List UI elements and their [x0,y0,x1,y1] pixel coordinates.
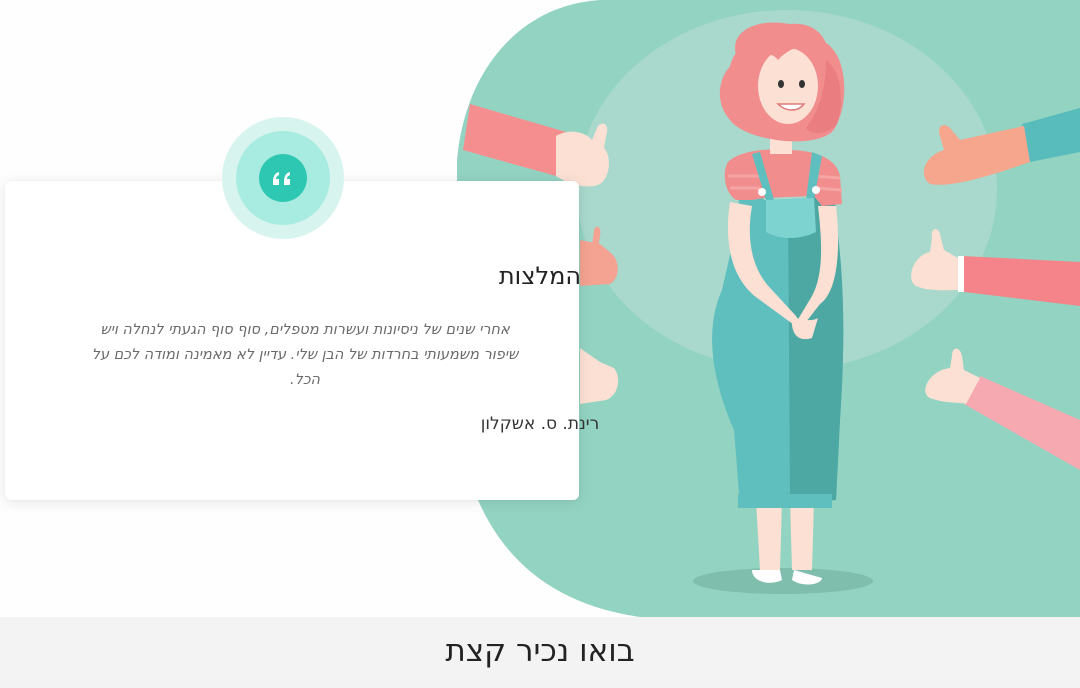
quote-icon [273,172,290,185]
quote-badge [222,117,344,239]
next-section-title: בואו נכיר קצת [445,633,635,669]
testimonial-author: רינת. ס. אשקלון [480,414,600,434]
testimonials-title: המלצות [498,262,582,290]
testimonial-text: אחרי שנים של ניסיונות ועשרות מטפלים, סוף… [91,322,519,388]
testimonials-section: המלצות אחרי שנים של ניסיונות ועשרות מטפל… [0,0,1080,617]
